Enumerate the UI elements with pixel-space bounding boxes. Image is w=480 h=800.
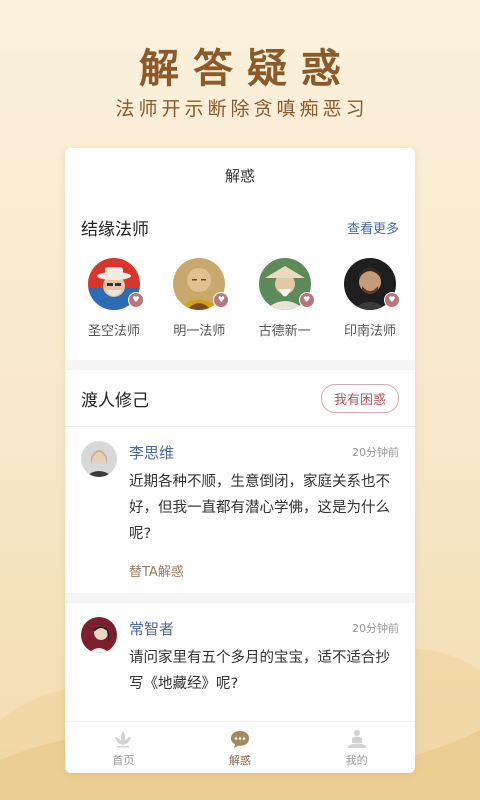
user-avatar bbox=[81, 441, 117, 477]
hero-title: 解答疑惑 bbox=[139, 45, 355, 92]
post-author[interactable]: 李思维 bbox=[129, 442, 174, 463]
master-item[interactable]: ♥ 圣空法师 bbox=[81, 258, 147, 360]
tab-label: 解惑 bbox=[229, 754, 251, 767]
master-name: 圣空法师 bbox=[87, 324, 140, 339]
tab-home[interactable]: 首页 bbox=[65, 722, 182, 773]
main-card: 解惑 结缘法师 查看更多 ♥ 圣空法师 ♥ 明一法师 ♥ 古德新一 ♥ 印南法师… bbox=[65, 148, 415, 773]
masters-section-header: 结缘法师 查看更多 bbox=[65, 204, 415, 250]
tab-label: 我的 bbox=[345, 754, 368, 767]
master-name: 明一法师 bbox=[173, 324, 226, 339]
tab-answers[interactable]: 解惑 bbox=[182, 722, 299, 773]
master-item[interactable]: ♥ 明一法师 bbox=[166, 258, 232, 360]
post-time: 20分钟前 bbox=[352, 446, 399, 459]
master-name: 古德新一 bbox=[258, 324, 311, 339]
hero-subtitle: 法师开示断除贪嗔痴恶习 bbox=[115, 98, 369, 120]
list-item[interactable]: 李思维 20分钟前 近期各种不顺，生意倒闭，家庭关系也不好，但我一直都有潜心学佛… bbox=[65, 427, 415, 593]
section-divider bbox=[65, 360, 415, 370]
masters-section-title: 结缘法师 bbox=[81, 219, 149, 240]
hero-banner: 解答疑惑 法师开示断除贪嗔痴恶习 bbox=[0, 0, 480, 150]
heart-badge-icon: ♥ bbox=[383, 292, 400, 308]
user-avatar bbox=[81, 617, 117, 653]
list-item[interactable]: 常智者 20分钟前 请问家里有五个多月的宝宝，适不适合抄写《地藏经》呢? bbox=[65, 603, 415, 708]
lotus-icon bbox=[115, 731, 132, 748]
master-item[interactable]: ♥ 印南法师 bbox=[337, 258, 403, 360]
chat-bubble-icon bbox=[231, 731, 249, 748]
masters-list: ♥ 圣空法师 ♥ 明一法师 ♥ 古德新一 ♥ 印南法师 bbox=[65, 250, 415, 360]
tab-profile[interactable]: 我的 bbox=[298, 722, 415, 773]
post-author[interactable]: 常智者 bbox=[129, 618, 174, 639]
posts-section-header: 渡人修己 我有困惑 bbox=[65, 370, 415, 426]
bottom-tab-bar: 首页 解惑 我的 bbox=[65, 721, 415, 773]
master-item[interactable]: ♥ 古德新一 bbox=[252, 258, 318, 360]
heart-badge-icon: ♥ bbox=[298, 292, 315, 308]
master-name: 印南法师 bbox=[343, 324, 396, 339]
posts-section-title: 渡人修己 bbox=[81, 390, 149, 411]
post-time: 20分钟前 bbox=[352, 622, 399, 635]
heart-badge-icon: ♥ bbox=[213, 292, 230, 308]
answer-for-them-button[interactable]: 替TA解惑 bbox=[129, 561, 399, 580]
tab-label: 首页 bbox=[112, 754, 135, 767]
post-text: 请问家里有五个多月的宝宝，适不适合抄写《地藏经》呢? bbox=[129, 650, 390, 692]
view-more-link[interactable]: 查看更多 bbox=[347, 218, 399, 237]
page-title: 解惑 bbox=[224, 167, 255, 185]
heart-badge-icon: ♥ bbox=[128, 292, 144, 308]
section-divider bbox=[65, 593, 415, 603]
meditation-person-icon bbox=[347, 730, 366, 748]
ask-question-button[interactable]: 我有困惑 bbox=[320, 383, 399, 413]
post-text: 近期各种不顺，生意倒闭，家庭关系也不好，但我一直都有潜心学佛，这是为什么呢? bbox=[129, 474, 390, 542]
